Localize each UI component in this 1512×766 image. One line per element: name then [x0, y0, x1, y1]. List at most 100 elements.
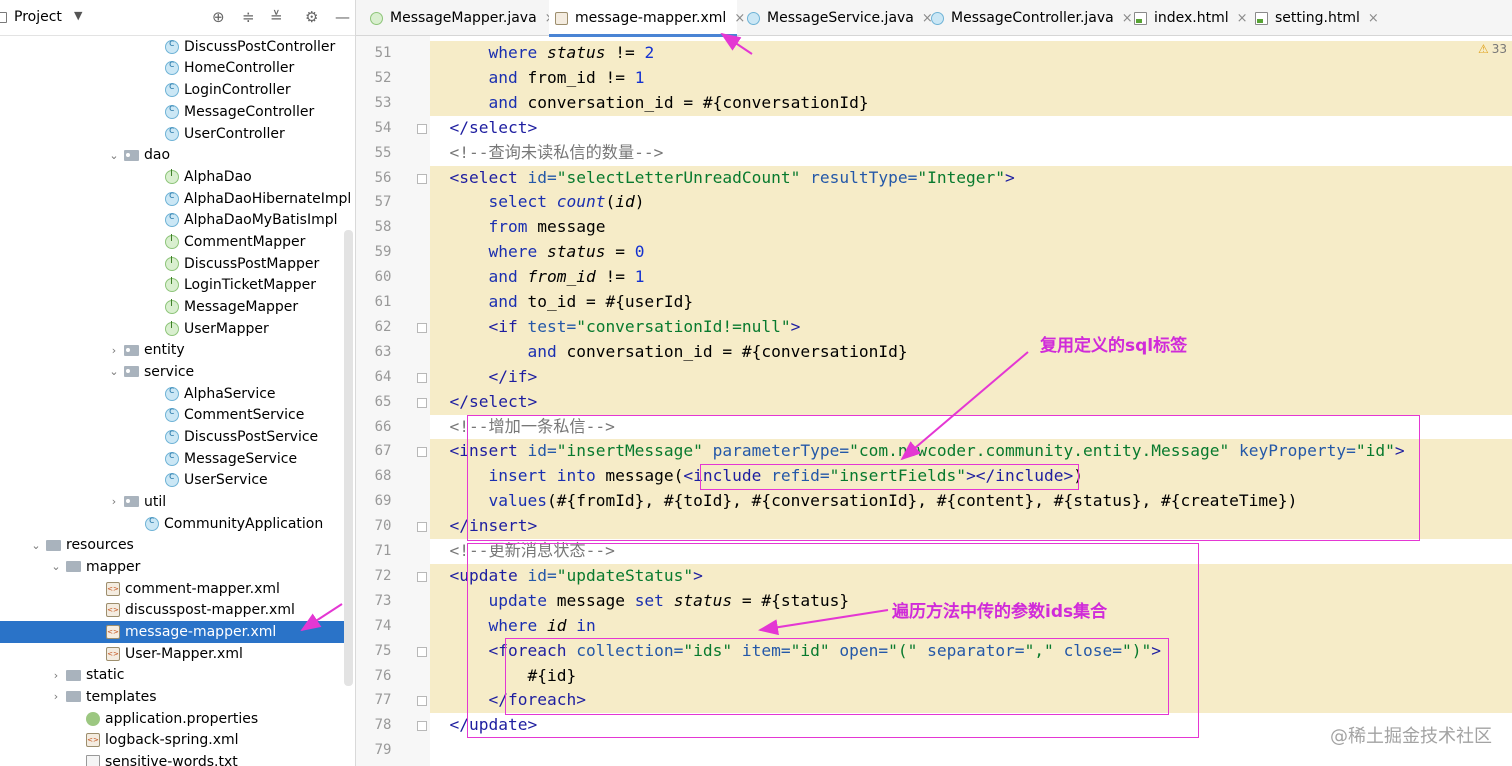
locate-icon[interactable]: ⊕ [212, 8, 225, 26]
chevron-down-icon[interactable]: ⌄ [108, 365, 120, 378]
code-line[interactable]: and from_id != 1 [430, 66, 644, 90]
chevron-down-icon[interactable]: ⌄ [30, 539, 42, 552]
chevron-right-icon[interactable]: › [50, 690, 62, 703]
gear-icon[interactable]: ⚙ [305, 8, 318, 26]
tree-item[interactable]: discusspost-mapper.xml [0, 599, 346, 621]
code-line[interactable]: and conversation_id = #{conversationId} [430, 91, 868, 115]
code-line[interactable]: where status != 2 [430, 41, 654, 65]
code-line[interactable]: values(#{fromId}, #{toId}, #{conversatio… [430, 489, 1297, 513]
tree-item[interactable]: CommentService [0, 404, 346, 426]
code-line[interactable]: </if> [430, 365, 537, 389]
chevron-down-icon[interactable]: ⌄ [108, 149, 120, 162]
code-line[interactable]: insert into message(<include refid="inse… [430, 464, 1083, 488]
tree-item[interactable]: MessageController [0, 101, 346, 123]
tree-item[interactable]: › static [0, 664, 346, 686]
code-line[interactable]: <select id="selectLetterUnreadCount" res… [430, 166, 1015, 190]
tree-item[interactable]: application.properties [0, 708, 346, 730]
tree-item[interactable]: comment-mapper.xml [0, 578, 346, 600]
code-line[interactable]: where id in [430, 614, 595, 638]
tree-item[interactable]: MessageMapper [0, 296, 346, 318]
fold-marker-icon[interactable] [417, 372, 427, 383]
code-line[interactable]: <!--更新消息状态--> [430, 539, 614, 563]
expand-all-icon[interactable]: ≑ [242, 8, 255, 26]
tab[interactable]: MessageMapper.java× [364, 0, 556, 36]
fold-marker-icon[interactable] [417, 447, 427, 458]
tree-scrollbar[interactable] [344, 230, 353, 686]
tree-item[interactable]: DiscussPostService [0, 426, 346, 448]
code-line[interactable]: </select> [430, 390, 538, 414]
chevron-right-icon[interactable]: › [108, 344, 120, 357]
tree-item[interactable]: › entity [0, 339, 346, 361]
chevron-down-icon[interactable]: ▼ [74, 9, 82, 22]
tree-item[interactable]: UserService [0, 469, 346, 491]
tree-item[interactable]: ⌄ resources [0, 534, 346, 556]
code-line[interactable]: and from_id != 1 [430, 265, 644, 289]
close-icon[interactable]: × [1368, 11, 1379, 26]
code-line[interactable]: update message set status = #{status} [430, 589, 849, 613]
tree-item[interactable]: AlphaDaoMyBatisImpl [0, 209, 346, 231]
fold-marker-icon[interactable] [417, 397, 427, 408]
code-line[interactable]: where status = 0 [430, 240, 644, 264]
tree-item[interactable]: ⌄ service [0, 361, 346, 383]
code-line[interactable]: </update> [430, 713, 538, 737]
tab[interactable]: index.html × [1128, 0, 1248, 36]
fold-marker-icon[interactable] [417, 522, 427, 533]
chevron-down-icon[interactable]: ⌄ [50, 560, 62, 573]
code-line[interactable]: <insert id="insertMessage" parameterType… [430, 439, 1405, 463]
inspection-indicator[interactable]: ⚠ 33 [1478, 42, 1507, 56]
close-icon[interactable]: × [1237, 11, 1248, 26]
tree-item[interactable]: AlphaService [0, 383, 346, 405]
code-line[interactable]: <foreach collection="ids" item="id" open… [430, 639, 1161, 663]
project-panel-title[interactable]: Project [14, 9, 62, 25]
fold-marker-icon[interactable] [417, 646, 427, 657]
tree-item[interactable]: › util [0, 491, 346, 513]
code-line[interactable]: </insert> [430, 514, 538, 538]
tree-item[interactable]: DiscussPostController [0, 36, 346, 58]
code-line[interactable]: select count(id) [430, 190, 644, 214]
chevron-right-icon[interactable]: › [108, 495, 120, 508]
tree-item-label: comment-mapper.xml [125, 580, 280, 597]
tree-item[interactable]: CommunityApplication [0, 513, 346, 535]
code-line[interactable]: and conversation_id = #{conversationId} [430, 340, 907, 364]
code-line[interactable]: <if test="conversationId!=null"> [430, 315, 800, 339]
code-line[interactable]: #{id} [430, 664, 576, 688]
tab[interactable]: MessageService.java × [741, 0, 933, 36]
code-line[interactable]: from message [430, 215, 605, 239]
tree-item[interactable]: logback-spring.xml [0, 729, 346, 751]
tree-item[interactable]: MessageService [0, 448, 346, 470]
tree-item[interactable]: DiscussPostMapper [0, 253, 346, 275]
hide-icon[interactable]: — [335, 8, 350, 26]
fold-marker-icon[interactable] [417, 696, 427, 707]
collapse-all-icon[interactable]: ≚ [270, 8, 283, 26]
tree-item[interactable]: AlphaDaoHibernateImpl [0, 188, 351, 210]
tree-item[interactable]: ⌄ mapper [0, 556, 346, 578]
code-line[interactable]: </select> [430, 116, 538, 140]
tab[interactable]: MessageController.java × [925, 0, 1133, 36]
chevron-right-icon[interactable]: › [50, 669, 62, 682]
tree-item[interactable]: UserController [0, 123, 346, 145]
code-line[interactable]: </foreach> [430, 688, 585, 712]
code-line[interactable]: and to_id = #{userId} [430, 290, 693, 314]
tree-item[interactable]: sensitive-words.txt [0, 751, 346, 766]
tree-item[interactable]: LoginController [0, 79, 346, 101]
tree-item[interactable]: LoginTicketMapper [0, 274, 346, 296]
tab[interactable]: setting.html × [1249, 0, 1379, 36]
tree-item[interactable]: CommentMapper [0, 231, 346, 253]
tree-item[interactable]: AlphaDao [0, 166, 346, 188]
tree-item[interactable]: UserMapper [0, 318, 346, 340]
tree-item[interactable]: User-Mapper.xml [0, 643, 346, 665]
tree-item[interactable]: HomeController [0, 58, 346, 80]
code-line[interactable]: <!--增加一条私信--> [430, 415, 614, 439]
fold-marker-icon[interactable] [417, 322, 427, 333]
tree-item[interactable]: message-mapper.xml [0, 621, 346, 643]
code-line[interactable]: <update id="updateStatus"> [430, 564, 703, 588]
code-line[interactable]: <!--查询未读私信的数量--> [430, 141, 663, 165]
fold-marker-icon[interactable] [417, 173, 427, 184]
fold-marker-icon[interactable] [417, 571, 427, 582]
tree-item[interactable]: ⌄ dao [0, 144, 346, 166]
fold-marker-icon[interactable] [417, 721, 427, 732]
tab[interactable]: message-mapper.xml × [549, 0, 745, 37]
fold-marker-icon[interactable] [417, 123, 427, 134]
tree-item[interactable]: › templates [0, 686, 346, 708]
